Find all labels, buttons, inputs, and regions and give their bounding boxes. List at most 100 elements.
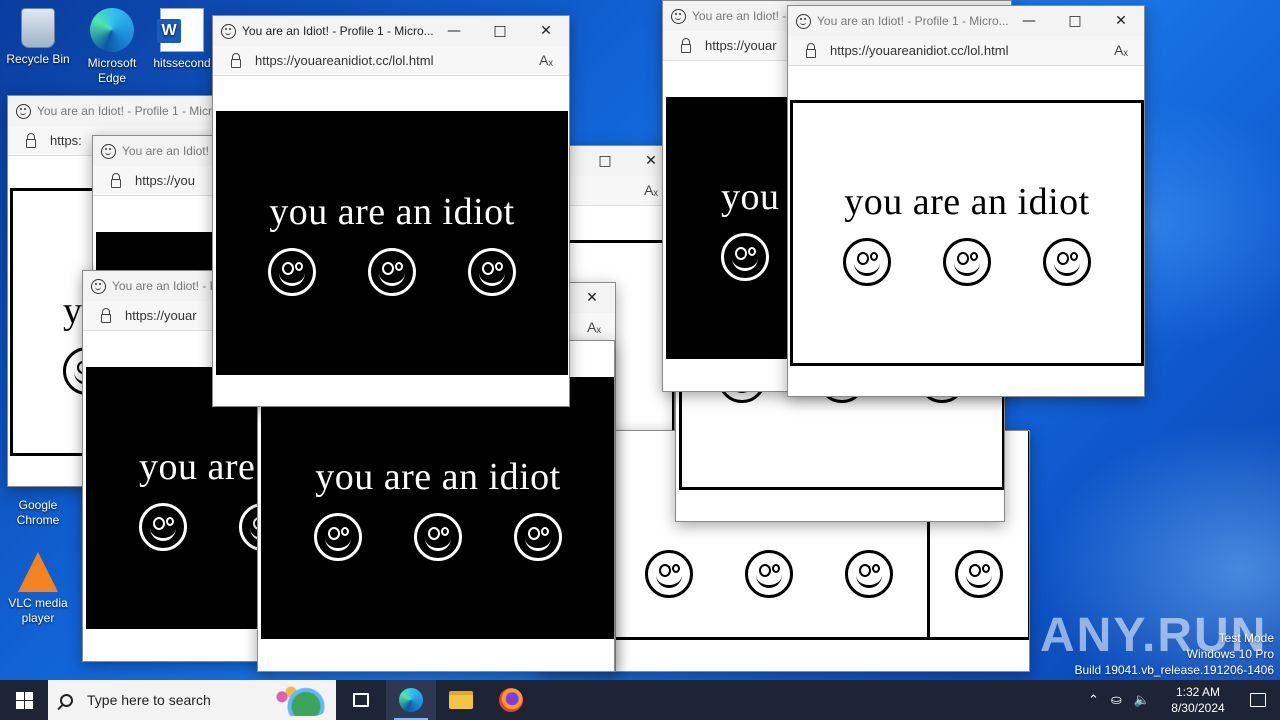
title-bar[interactable]: □ ✕ <box>565 146 674 176</box>
desktop-icon-label: Microsoft Edge <box>87 56 137 85</box>
title-bar[interactable]: You are an Idiot! - Profile 1 - Micro <box>8 96 226 126</box>
lock-icon <box>26 132 36 148</box>
minimize-button[interactable]: — <box>431 16 477 46</box>
clock[interactable]: 1:32 AM 8/30/2024 <box>1160 684 1236 716</box>
desktop-icon-label: Google Chrome <box>16 498 60 527</box>
idiot-text: y <box>63 290 83 332</box>
taskbar: Type here to search ⌃ ⛀ 🔈 1:32 AM 8/30/2… <box>0 680 1280 720</box>
smiley-face-icon <box>721 233 769 281</box>
desktop-icon-vlc[interactable]: VLC media player <box>0 546 76 626</box>
window-title: You are an Idiot! - Profile 1 - Micro... <box>817 14 1009 28</box>
read-aloud-icon[interactable]: Aₓ <box>587 319 601 335</box>
smiley-face-icon <box>268 248 316 296</box>
folder-icon <box>449 691 473 709</box>
smiley-face-icon <box>368 248 416 296</box>
show-hidden-icons-button[interactable]: ⌃ <box>1088 692 1099 708</box>
address-bar[interactable]: https://youareanidiot.cc/lol.html Aₓ <box>213 46 569 76</box>
edge-icon <box>90 8 134 52</box>
lock-icon <box>111 172 121 188</box>
search-placeholder: Type here to search <box>87 692 211 708</box>
read-aloud-icon[interactable]: Aₓ <box>644 182 658 198</box>
url-text: https://youareanidiot.cc/lol.html <box>830 43 1009 58</box>
browser-window-top-right[interactable]: You are an Idiot! - Profile 1 - Micro...… <box>787 5 1145 397</box>
smiley-favicon-icon <box>671 8 686 24</box>
test-mode-watermark: Test Mode Windows 10 Pro Build 19041.vb_… <box>1075 630 1275 678</box>
smiley-face-icon <box>139 503 187 551</box>
notification-icon <box>1250 693 1266 707</box>
address-bar[interactable]: https://youareanidiot.cc/lol.html Aₓ <box>788 36 1144 66</box>
smiley-face-icon <box>943 238 991 286</box>
watermark-line: Build 19041.vb_release.191206-1406 <box>1074 663 1275 677</box>
taskbar-file-explorer[interactable] <box>436 680 486 720</box>
desktop-icon-label: VLC media player <box>8 596 68 625</box>
close-button[interactable]: ✕ <box>523 16 569 46</box>
smiley-face-icon <box>414 513 462 561</box>
desktop-icon-recycle-bin[interactable]: Recycle Bin <box>0 2 76 67</box>
close-button[interactable]: ✕ <box>569 283 615 313</box>
browser-window-top-center[interactable]: You are an Idiot! - Profile 1 - Micro...… <box>212 15 570 407</box>
window-title: You are an Idiot! - P <box>112 279 218 293</box>
lock-icon <box>231 52 241 68</box>
window-title: You are an Idiot! - Profile 1 - Micro... <box>242 24 434 38</box>
desktop-icon-hitssecond[interactable]: hitssecond <box>144 2 220 71</box>
search-icon <box>60 693 73 707</box>
minimize-button[interactable]: — <box>1006 6 1052 36</box>
network-icon[interactable]: ⛀ <box>1111 692 1122 708</box>
idiot-text: you are an idiot <box>269 191 515 233</box>
notification-button[interactable] <box>1236 680 1280 720</box>
page-content: you are an idiot <box>790 100 1144 366</box>
recycle-bin-icon <box>21 8 55 48</box>
title-bar[interactable]: You are an Idiot! - Profile 1 - Micro...… <box>213 16 569 46</box>
url-text: https://youar <box>705 38 777 53</box>
maximize-button[interactable]: □ <box>582 146 628 176</box>
maximize-button[interactable]: □ <box>1052 6 1098 36</box>
smiley-face-icon <box>645 550 693 598</box>
clock-time: 1:32 AM <box>1175 685 1221 699</box>
idiot-text: you are <box>139 446 256 488</box>
window-title: You are an Idiot! - Profile 1 - Micro <box>37 104 219 118</box>
smiley-favicon-icon <box>16 103 31 119</box>
smiley-face-icon <box>955 550 1003 598</box>
idiot-text: you are an idiot <box>315 456 561 498</box>
taskbar-edge[interactable] <box>386 680 436 720</box>
smiley-face-icon <box>843 238 891 286</box>
smiley-face-icon <box>468 248 516 296</box>
vlc-cone-icon <box>18 552 58 592</box>
search-box[interactable]: Type here to search <box>48 680 336 720</box>
desktop-icon-label: hitssecond <box>153 56 211 70</box>
task-view-button[interactable] <box>336 680 386 720</box>
search-highlight-icon <box>270 684 330 716</box>
idiot-text: you <box>721 176 780 218</box>
read-aloud-icon[interactable]: Aₓ <box>1114 42 1128 58</box>
window-title: You are an Idiot! - <box>122 144 217 158</box>
lock-icon <box>806 42 816 58</box>
task-view-icon <box>353 693 369 707</box>
smiley-favicon-icon <box>796 13 811 29</box>
desktop-icon-edge[interactable]: Microsoft Edge <box>74 2 150 86</box>
taskbar-firefox[interactable] <box>486 680 536 720</box>
read-aloud-icon[interactable]: Aₓ <box>539 52 553 68</box>
lock-icon <box>681 37 691 53</box>
title-bar[interactable]: You are an Idiot! - <box>93 136 231 166</box>
clock-date: 8/30/2024 <box>1171 701 1225 715</box>
idiot-text: you are an idiot <box>844 181 1090 223</box>
page-content: you are an idiot <box>216 111 568 375</box>
smiley-face-icon <box>314 513 362 561</box>
smiley-face-icon <box>1043 238 1091 286</box>
volume-icon[interactable]: 🔈 <box>1134 692 1150 708</box>
lock-icon <box>101 307 111 323</box>
address-bar[interactable]: https://you <box>93 166 231 196</box>
desktop: Recycle Bin Microsoft Edge hitssecond Go… <box>0 0 1280 680</box>
maximize-button[interactable]: □ <box>477 16 523 46</box>
title-bar[interactable]: You are an Idiot! - Profile 1 - Micro...… <box>788 6 1144 36</box>
system-tray: ⌃ ⛀ 🔈 1:32 AM 8/30/2024 <box>1082 680 1280 720</box>
address-bar[interactable]: Aₓ <box>565 176 674 206</box>
start-button[interactable] <box>0 680 48 720</box>
smiley-favicon-icon <box>91 278 106 294</box>
watermark-line: Windows 10 Pro <box>1186 647 1274 661</box>
word-document-icon <box>157 8 204 52</box>
edge-icon <box>399 688 423 712</box>
close-button[interactable]: ✕ <box>1098 6 1144 36</box>
smiley-face-icon <box>745 550 793 598</box>
url-text: https://you <box>135 173 195 188</box>
